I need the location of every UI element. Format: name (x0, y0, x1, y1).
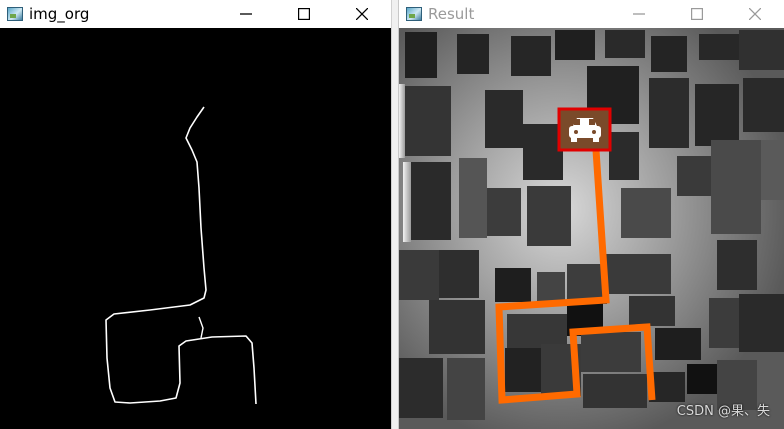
window-title: img_org (29, 5, 90, 23)
img-org-canvas (0, 28, 391, 429)
maximize-button[interactable] (275, 0, 333, 28)
caption-buttons (610, 0, 784, 28)
close-icon (356, 8, 368, 20)
vehicle-marker[interactable] (557, 107, 612, 152)
watermark: CSDN @果、失 (676, 404, 770, 419)
minimize-icon (633, 13, 645, 15)
trace-image (105, 106, 257, 405)
maximize-icon (691, 8, 703, 20)
title-bar[interactable]: img_org (0, 0, 391, 28)
close-button[interactable] (333, 0, 391, 28)
minimize-button[interactable] (610, 0, 668, 28)
result-canvas: CSDN @果、失 (399, 28, 784, 429)
title-bar[interactable]: Result (399, 0, 784, 28)
maximize-button[interactable] (668, 0, 726, 28)
close-button[interactable] (726, 0, 784, 28)
route-trace (105, 106, 257, 405)
minimize-icon (240, 13, 252, 15)
app-icon (7, 7, 23, 21)
img-org-window: img_org (0, 0, 392, 429)
app-icon (406, 7, 422, 21)
minimize-button[interactable] (217, 0, 275, 28)
route-trace-branch (198, 316, 204, 339)
window-title: Result (428, 5, 475, 23)
result-window: Result CSDN @果、失 (398, 0, 784, 429)
caption-buttons (217, 0, 391, 28)
aerial-city-image (399, 28, 784, 429)
close-icon (749, 8, 761, 20)
maximize-icon (298, 8, 310, 20)
